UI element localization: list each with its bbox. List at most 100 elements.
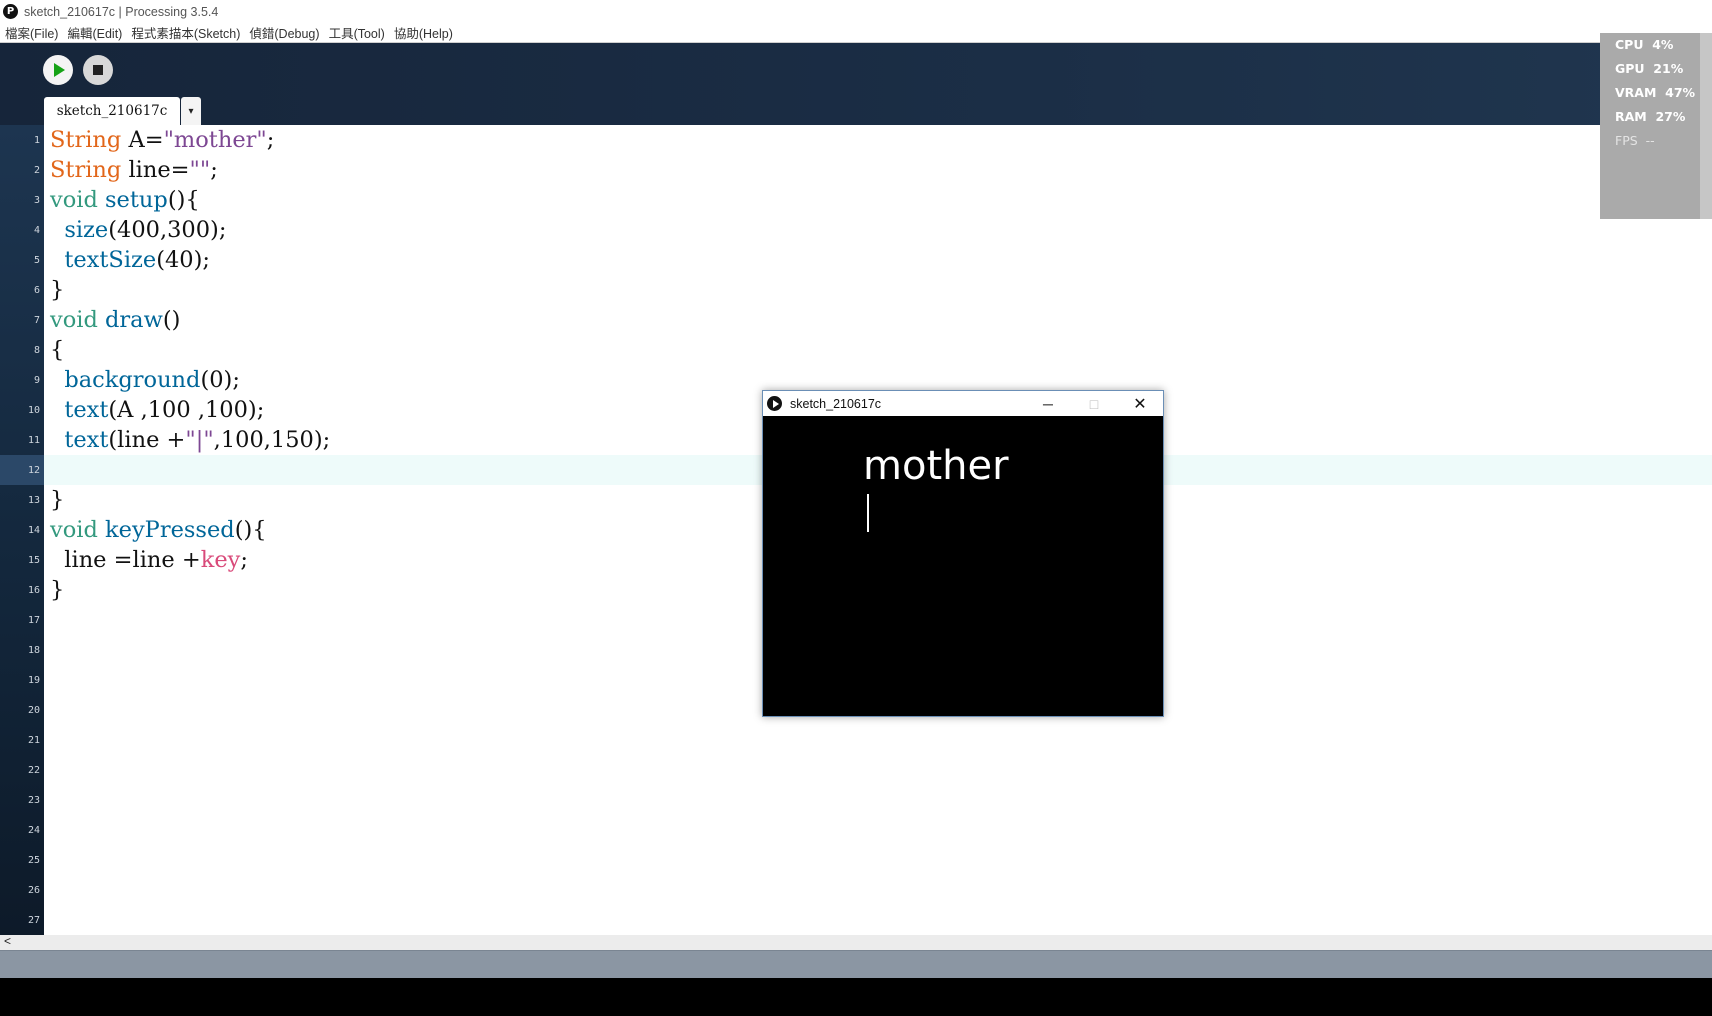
code-type-keyword: String bbox=[50, 127, 122, 153]
status-bar bbox=[0, 950, 1712, 978]
line-number: 6 bbox=[33, 285, 40, 296]
code-text: (A ,100 ,100); bbox=[108, 397, 265, 423]
code-string: "mother" bbox=[163, 127, 267, 153]
code-text: { bbox=[50, 337, 65, 363]
code-line[interactable]: text(A ,100 ,100); bbox=[50, 395, 264, 425]
perf-value: 21% bbox=[1653, 61, 1684, 76]
code-line[interactable]: String line=""; bbox=[50, 155, 218, 185]
code-line[interactable]: size(400,300); bbox=[50, 215, 226, 245]
code-line[interactable]: } bbox=[50, 485, 64, 515]
line-number: 11 bbox=[27, 435, 40, 446]
tab-sketch[interactable]: sketch_210617c bbox=[44, 97, 180, 125]
line-number: 25 bbox=[27, 855, 40, 866]
menu-file[interactable]: 檔案(File) bbox=[5, 23, 58, 42]
code-text: () bbox=[162, 307, 181, 333]
line-number: 21 bbox=[27, 735, 40, 746]
code-void-keyword: void bbox=[50, 307, 98, 333]
menu-bar: 檔案(File) 編輯(Edit) 程式素描本(Sketch) 偵錯(Debug… bbox=[0, 23, 1712, 43]
sketch-window-title: sketch_210617c bbox=[790, 396, 882, 411]
line-number: 23 bbox=[27, 795, 40, 806]
perf-value: -- bbox=[1645, 133, 1655, 148]
toolbar: sketch_210617c ▾ bbox=[0, 43, 1712, 125]
code-line[interactable]: } bbox=[50, 575, 64, 605]
perf-value: 4% bbox=[1652, 37, 1674, 52]
line-number: 7 bbox=[33, 315, 40, 326]
line-number: 27 bbox=[27, 915, 40, 926]
window-title: sketch_210617c | Processing 3.5.4 bbox=[24, 4, 219, 19]
sketch-canvas[interactable]: mother bbox=[763, 416, 1163, 716]
play-icon bbox=[54, 63, 65, 77]
stop-button[interactable] bbox=[83, 55, 113, 85]
stop-icon bbox=[93, 65, 103, 75]
code-line[interactable]: textSize(40); bbox=[50, 245, 210, 275]
code-line[interactable]: text(line +"|",100,150); bbox=[50, 425, 330, 455]
perf-value: 27% bbox=[1655, 109, 1686, 124]
code-line[interactable]: void draw() bbox=[50, 305, 180, 335]
perf-label: VRAM bbox=[1615, 85, 1657, 100]
perf-label: GPU bbox=[1615, 61, 1645, 76]
line-number: 24 bbox=[27, 825, 40, 836]
code-type-keyword: String bbox=[50, 157, 122, 183]
horizontal-scrollbar[interactable]: < bbox=[0, 934, 1712, 950]
perf-value: 47% bbox=[1665, 85, 1696, 100]
menu-help[interactable]: 協助(Help) bbox=[394, 23, 453, 42]
code-function: textSize bbox=[64, 247, 157, 273]
line-number: 22 bbox=[27, 765, 40, 776]
canvas-text: mother bbox=[863, 443, 1009, 489]
line-number: 8 bbox=[33, 345, 40, 356]
code-text: ,100,150); bbox=[213, 427, 331, 453]
code-line[interactable]: String A="mother"; bbox=[50, 125, 274, 155]
code-line[interactable]: { bbox=[50, 335, 64, 365]
line-number: 15 bbox=[27, 555, 40, 566]
line-number: 20 bbox=[27, 705, 40, 716]
line-number: 2 bbox=[33, 165, 40, 176]
code-line[interactable]: line =line +key; bbox=[50, 545, 248, 575]
code-line[interactable]: void keyPressed(){ bbox=[50, 515, 267, 545]
line-number: 12 bbox=[27, 465, 40, 476]
perf-label: FPS bbox=[1615, 133, 1638, 148]
code-line[interactable]: } bbox=[50, 275, 64, 305]
menu-sketch[interactable]: 程式素描本(Sketch) bbox=[131, 23, 240, 42]
menu-tool[interactable]: 工具(Tool) bbox=[329, 23, 385, 42]
title-bar: P sketch_210617c | Processing 3.5.4 bbox=[0, 0, 1712, 23]
code-void-keyword: void bbox=[50, 187, 98, 213]
perf-fps: FPS -- bbox=[1615, 133, 1655, 148]
sketch-title-bar[interactable]: sketch_210617c ─ □ ✕ bbox=[763, 391, 1163, 416]
run-button[interactable] bbox=[43, 55, 73, 85]
code-void-keyword: void bbox=[50, 517, 98, 543]
code-text: line= bbox=[121, 157, 190, 183]
code-text: ; bbox=[266, 127, 275, 153]
code-text: (40); bbox=[156, 247, 210, 273]
line-number-gutter: 1 2 3 4 5 6 7 8 9 10 11 12 13 14 15 16 17 18 19 20 21 22 23 24 2… bbox=[0, 125, 44, 935]
perf-gpu: GPU 21% bbox=[1615, 61, 1683, 76]
code-text: } bbox=[50, 277, 65, 303]
scroll-left-icon[interactable]: < bbox=[4, 934, 11, 948]
code-text: (0); bbox=[200, 367, 240, 393]
line-number: 16 bbox=[27, 585, 40, 596]
code-line[interactable]: void setup(){ bbox=[50, 185, 200, 215]
line-number: 5 bbox=[33, 255, 40, 266]
tab-menu-dropdown-icon[interactable]: ▾ bbox=[181, 97, 201, 125]
code-text: (){ bbox=[167, 187, 200, 213]
maximize-button[interactable]: □ bbox=[1071, 391, 1117, 416]
perf-vram: VRAM 47% bbox=[1615, 85, 1695, 100]
code-function: background bbox=[64, 367, 201, 393]
line-number: 18 bbox=[27, 645, 40, 656]
menu-debug[interactable]: 偵錯(Debug) bbox=[249, 23, 319, 42]
performance-panel: CPU 4% GPU 21% VRAM 47% RAM 27% FPS -- bbox=[1600, 33, 1700, 219]
code-text: } bbox=[50, 487, 65, 513]
close-button[interactable]: ✕ bbox=[1117, 391, 1163, 416]
code-text: ; bbox=[210, 157, 218, 183]
minimize-button[interactable]: ─ bbox=[1025, 391, 1071, 416]
sketch-window[interactable]: sketch_210617c ─ □ ✕ mother bbox=[762, 390, 1164, 717]
code-function: keyPressed bbox=[105, 517, 235, 543]
menu-edit[interactable]: 編輯(Edit) bbox=[67, 23, 122, 42]
performance-overlay: CPU 4% GPU 21% VRAM 47% RAM 27% FPS -- bbox=[1600, 33, 1712, 219]
code-line[interactable]: background(0); bbox=[50, 365, 240, 395]
console-area bbox=[0, 978, 1712, 1016]
